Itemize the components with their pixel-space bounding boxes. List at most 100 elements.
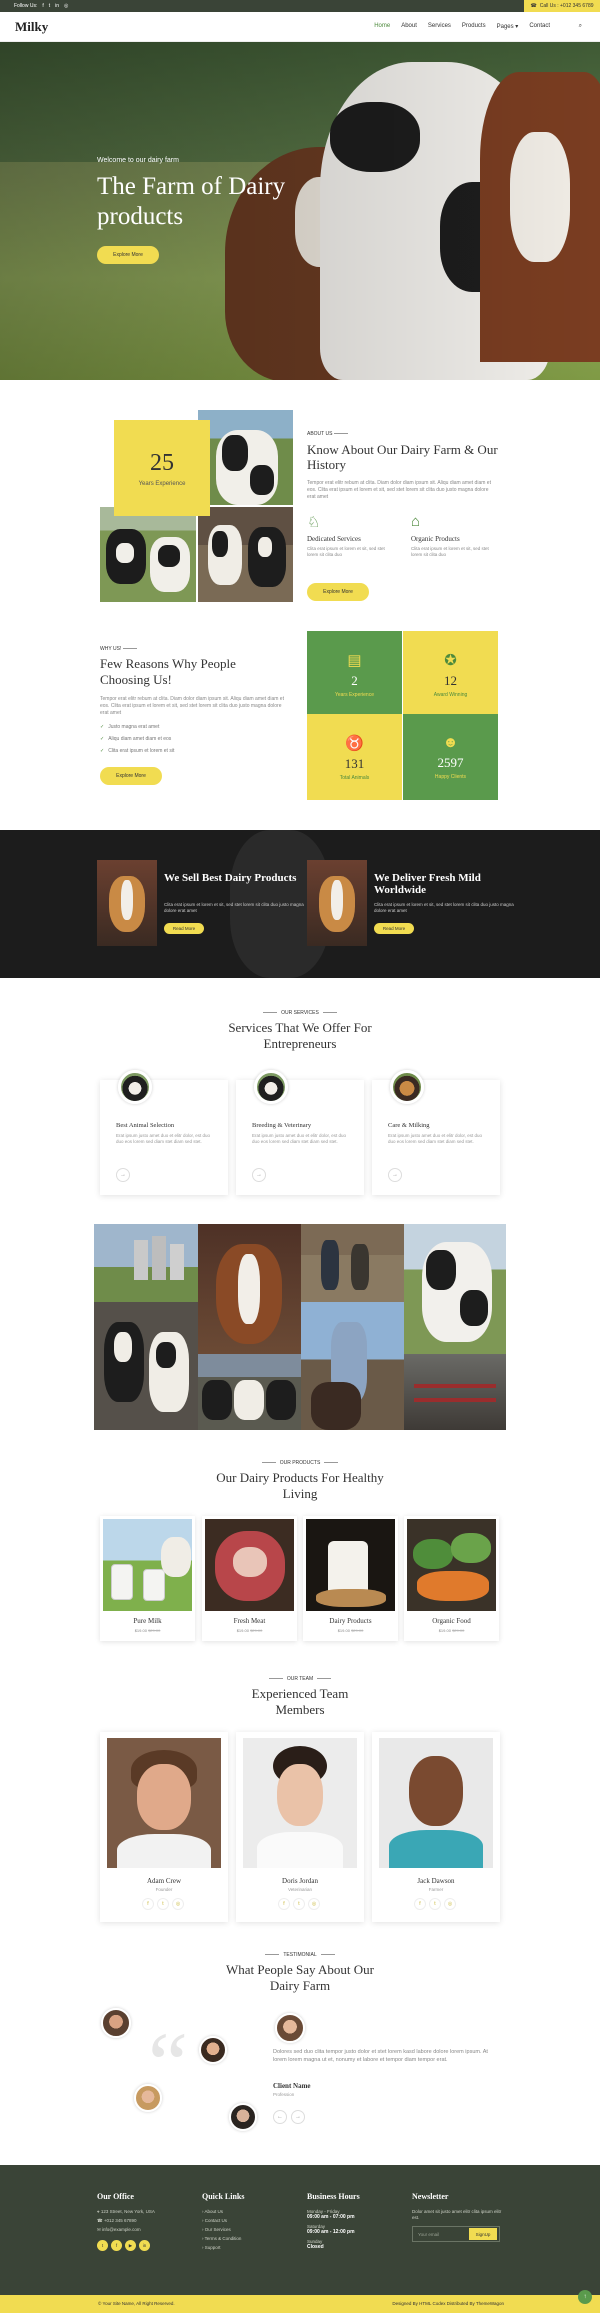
team-photo — [243, 1738, 357, 1868]
twitter-icon[interactable]: t — [97, 2240, 108, 2251]
follow-us: Follow Us: f t in ◎ — [14, 3, 68, 9]
product-card[interactable]: Fresh Meat $19.00 $29.00 — [202, 1516, 297, 1641]
footer-link[interactable]: › Contact Us — [202, 2218, 244, 2227]
client-role: Profession — [273, 2092, 295, 2097]
arrow-right-icon[interactable]: → — [388, 1168, 402, 1182]
arrow-right-icon[interactable]: → — [116, 1168, 130, 1182]
top-bar: Follow Us: f t in ◎ ☎ Call Us : +012 345… — [0, 0, 600, 12]
product-price: $19.00 $29.00 — [303, 1628, 398, 1633]
footer: Our Office ⌖ 123 Street, New York, USA ☎… — [0, 2165, 600, 2295]
instagram-icon[interactable]: ◎ — [172, 1898, 184, 1910]
back-to-top-button[interactable]: ↑ — [578, 2290, 592, 2304]
search-icon[interactable]: ⌕ — [579, 23, 582, 30]
list-item: ✓ Justo magna erat amet — [100, 724, 174, 736]
navbar: Milky Home About Services Products Pages… — [0, 12, 600, 42]
call-us[interactable]: ☎ Call Us : +012 345 6789 — [524, 0, 600, 12]
product-card[interactable]: Organic Food $19.00 $29.00 — [404, 1516, 499, 1641]
footer-link[interactable]: › Our Services — [202, 2227, 244, 2236]
product-card[interactable]: Pure Milk $19.00 $29.00 — [100, 1516, 195, 1641]
stat-label: Award Winning — [433, 691, 468, 698]
banner-read-more-2[interactable]: Read More — [374, 923, 414, 934]
nav-home[interactable]: Home — [374, 23, 390, 30]
next-arrow-icon[interactable]: → — [291, 2110, 305, 2124]
why-subtitle: WHY US! — [100, 646, 137, 652]
newsletter-signup-button[interactable]: SignUp — [469, 2228, 497, 2240]
product-price: $19.00 $29.00 — [100, 1628, 195, 1633]
linkedin-icon[interactable]: in — [139, 2240, 150, 2251]
nav-services[interactable]: Services — [428, 23, 451, 30]
stat-number: 131 — [344, 755, 365, 771]
facebook-icon[interactable]: f — [278, 1898, 290, 1910]
product-card[interactable]: Dairy Products $19.00 $29.00 — [303, 1516, 398, 1641]
testimonial-title: What People Say About Our Dairy Farm — [0, 1962, 600, 1994]
testimonial-text: Dolores sed duo clita tempor justo dolor… — [273, 2049, 488, 2063]
chevron-down-icon: ▾ — [515, 24, 519, 30]
why-subtitle-text: WHY US! — [100, 646, 122, 652]
facebook-icon[interactable]: f — [111, 2240, 122, 2251]
stat-label: Total Animals — [339, 774, 370, 781]
team-title-text: Experienced Team Members — [251, 1686, 349, 1717]
banner-read-more-1[interactable]: Read More — [164, 923, 204, 934]
footer-email-text: info@example.com — [102, 2227, 141, 2232]
product-price-current: $19.00 — [438, 1628, 451, 1633]
about-explore-button[interactable]: Explore More — [307, 583, 369, 601]
check-icon: ✓ — [100, 736, 105, 742]
facebook-icon[interactable]: f — [42, 3, 43, 9]
client-avatar-active[interactable] — [275, 2013, 305, 2043]
instagram-icon[interactable]: ◎ — [444, 1898, 456, 1910]
instagram-icon[interactable]: ◎ — [308, 1898, 320, 1910]
footer-links: Quick Links › About Us › Contact Us › Ou… — [202, 2192, 244, 2254]
client-avatar[interactable] — [101, 2008, 131, 2038]
newsletter-email-input[interactable]: Your email — [413, 2232, 469, 2237]
nav-pages[interactable]: Pages ▾ — [497, 23, 519, 30]
facebook-icon[interactable]: f — [142, 1898, 154, 1910]
youtube-icon[interactable]: ▶ — [125, 2240, 136, 2251]
services-title-text: Services That We Offer For Entrepreneurs — [228, 1020, 372, 1051]
testimonial-subtitle-text: TESTIMONIAL — [283, 1952, 317, 1958]
twitter-icon[interactable]: t — [429, 1898, 441, 1910]
nav-products[interactable]: Products — [462, 23, 486, 30]
footer-link[interactable]: › Terms & Condition — [202, 2236, 244, 2245]
footer-newsletter-title: Newsletter — [412, 2192, 449, 2201]
nav-about[interactable]: About — [401, 23, 417, 30]
stat-animals: ♉ 131 Total Animals — [307, 714, 402, 800]
testimonial-subtitle: TESTIMONIAL — [0, 1952, 600, 1958]
credit-text: Designed By HTML Codex Distributed By Th… — [392, 2301, 504, 2306]
team-title: Experienced Team Members — [0, 1686, 600, 1718]
footer-phone-text: +012 345 67890 — [103, 2218, 137, 2223]
photo-gallery — [94, 1224, 506, 1430]
why-explore-button[interactable]: Explore More — [100, 767, 162, 785]
years-experience-box: 25 Years Experience — [114, 420, 210, 516]
users-icon: ☻ — [442, 734, 459, 751]
prev-arrow-icon[interactable]: ← — [273, 2110, 287, 2124]
client-avatar[interactable] — [199, 2036, 227, 2064]
instagram-icon[interactable]: ◎ — [64, 3, 68, 9]
team-socials: f t ◎ — [142, 1898, 184, 1910]
linkedin-icon[interactable]: in — [55, 3, 59, 9]
hours-time: 09:00 am - 12:00 pm — [307, 2229, 355, 2235]
footer-link-text: About Us — [204, 2209, 224, 2214]
client-avatar[interactable] — [229, 2103, 257, 2131]
footer-hours: Business Hours Monday - Friday 09:00 am … — [307, 2192, 360, 2254]
team-card: Adam Crew Founder f t ◎ — [100, 1732, 228, 1922]
location-icon: ⌖ — [97, 2209, 100, 2214]
footer-address: ⌖ 123 Street, New York, USA — [97, 2209, 155, 2218]
footer-link[interactable]: › About Us — [202, 2209, 244, 2218]
team-role: Farmer — [428, 1887, 444, 1892]
facebook-icon[interactable]: f — [414, 1898, 426, 1910]
footer-address-text: 123 Street, New York, USA — [100, 2209, 155, 2214]
feature-title: Organic Products — [411, 535, 460, 543]
twitter-icon[interactable]: t — [293, 1898, 305, 1910]
twitter-icon[interactable]: t — [157, 1898, 169, 1910]
hero-explore-button[interactable]: Explore More — [97, 246, 159, 264]
twitter-icon[interactable]: t — [49, 3, 50, 9]
arrow-right-icon[interactable]: → — [252, 1168, 266, 1182]
team-role: Veterinarian — [287, 1887, 313, 1892]
footer-link[interactable]: › Support — [202, 2245, 244, 2254]
feature-desc: Clita erat ipsum et lorem et sit, sed st… — [411, 546, 489, 557]
years-label: Years Experience — [138, 480, 186, 487]
team-card: Doris Jordan Veterinarian f t ◎ — [236, 1732, 364, 1922]
nav-contact[interactable]: Contact — [529, 23, 550, 30]
logo[interactable]: Milky — [15, 19, 48, 35]
promo-banners: We Sell Best Dairy Products Clita erat i… — [0, 830, 600, 978]
